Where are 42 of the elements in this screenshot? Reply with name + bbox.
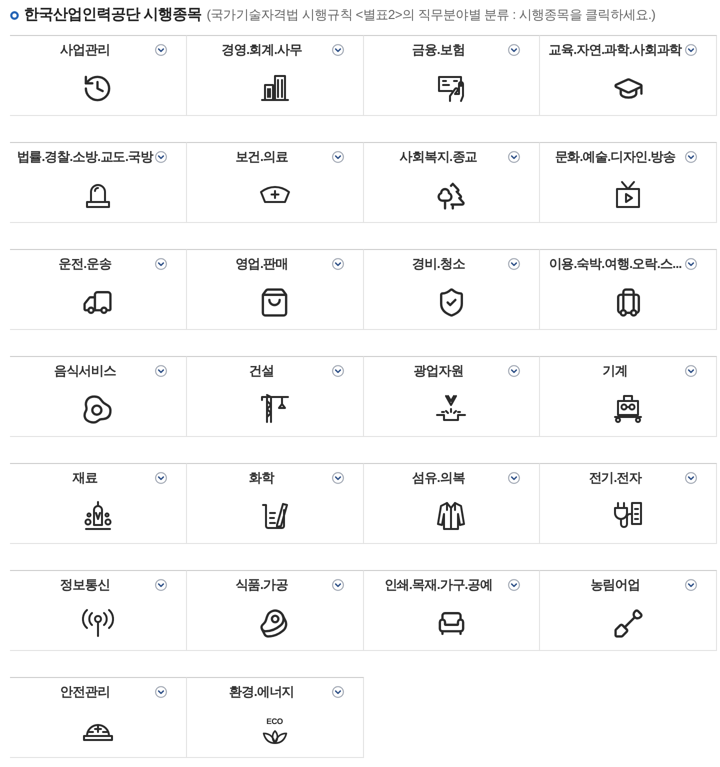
shopping-bag-icon (259, 286, 290, 318)
category-button[interactable]: 섬유.의복 (364, 463, 540, 544)
category-button[interactable]: 사회복지.종교 (364, 142, 540, 223)
category-button[interactable]: 교육.자연.과학.사회과학 (540, 35, 717, 116)
fried-egg-icon (82, 394, 114, 424)
category-button[interactable]: 문화.예술.디자인.방송 (540, 142, 717, 223)
category-button[interactable]: 광업자원 (364, 356, 540, 437)
category-button[interactable]: 법률.경찰.소방.교도.국방 (10, 142, 187, 223)
steak-icon (259, 608, 290, 638)
category-button[interactable]: 이용.숙박.여행.오락.스... (540, 249, 717, 330)
category-button[interactable]: 음식서비스 (10, 356, 187, 437)
tower-crane-icon (258, 393, 291, 425)
shovel-icon (612, 608, 644, 638)
section-title: 한국산업인력공단 시행종목 (24, 4, 202, 25)
category-button[interactable]: 정보통신 (10, 570, 187, 651)
category-button[interactable]: 영업.판매 (186, 249, 364, 330)
category-button[interactable]: 인쇄.목재.가구.공예 (364, 570, 540, 651)
category-button[interactable]: 전기.전자 (540, 463, 717, 544)
category-button[interactable]: 경영.회계.사무 (186, 35, 364, 116)
category-button[interactable]: 운전.운송 (10, 249, 187, 330)
bullet-ring-icon (10, 10, 19, 20)
category-button[interactable]: 사업관리 (10, 35, 187, 116)
clock-arrow-icon (82, 72, 114, 104)
section-note: (국가기술자격법 시행규칙 <별표2>의 직무분야별 분류 : 시행종목을 클릭하세요.) (206, 6, 656, 24)
antenna-signal-icon (82, 607, 114, 639)
category-button[interactable]: 건설 (186, 356, 364, 437)
category-button[interactable]: 안전관리 (10, 677, 187, 758)
jacket-icon (435, 500, 468, 532)
category-button[interactable]: 환경.에너지 ECO (186, 677, 364, 758)
category-button[interactable]: 재료 (10, 463, 187, 544)
category-button[interactable]: 보건.의료 (186, 142, 364, 223)
trees-icon (436, 180, 467, 210)
office-building-icon (258, 72, 291, 104)
category-button[interactable]: 농림어업 (540, 570, 717, 651)
category-button[interactable]: 화학 (186, 463, 364, 544)
category-button[interactable]: 금융.보험 (364, 35, 540, 116)
eco-label: ECO (266, 716, 283, 726)
category-button[interactable]: 식품.가공 (186, 570, 364, 651)
category-button[interactable]: 기계 (540, 356, 717, 437)
capsule-dots-icon (82, 500, 114, 532)
machine-cart-icon (612, 393, 644, 425)
category-button[interactable]: 경비.청소 (364, 249, 540, 330)
